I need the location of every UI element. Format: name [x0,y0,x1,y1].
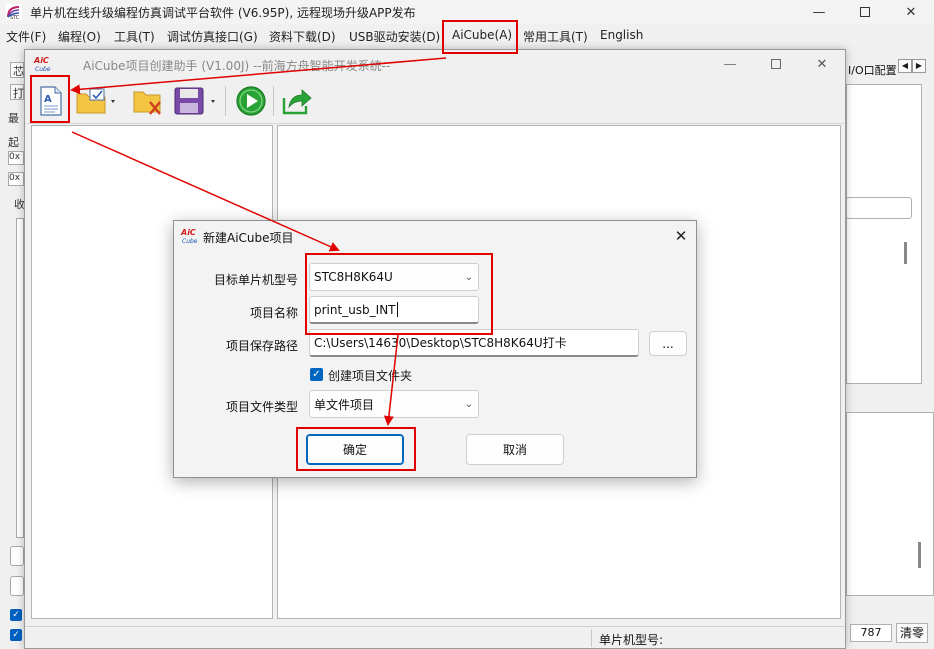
close-icon: ✕ [905,4,917,20]
save-project-button[interactable] [173,84,219,118]
file-type-label: 项目文件类型 [225,400,298,414]
mcu-model-status-label: 单片机型号: [599,633,664,647]
receive-area-partial [16,218,24,538]
project-path-value: C:\Users\14630\Desktop\STC8H8K64U打卡 [314,336,567,350]
right-scrollbar-thumb-2[interactable] [918,542,921,568]
right-input-partial[interactable] [846,197,912,219]
menu-tools[interactable]: 工具(T) [114,28,155,45]
svg-text:Cube: Cube [35,66,51,73]
cancel-button[interactable]: 取消 [466,434,564,465]
svg-text:AiC: AiC [33,56,49,65]
menu-program[interactable]: 编程(O) [58,28,101,45]
max-label-partial: 最 [8,112,19,125]
addr-field-partial-1[interactable]: 0x [8,151,24,165]
maximize-icon [771,59,781,69]
save-project-icon [174,87,215,115]
aicube-window-title: AiCube项目创建助手 (V1.00J) --前海方舟智能开发系统-- [83,59,391,73]
aicube-titlebar: AiC Cube AiCube项目创建助手 (V1.00J) --前海方舟智能开… [25,50,845,78]
aicube-minimize-button[interactable]: — [707,52,753,76]
text-cursor [396,302,398,317]
minimize-icon: — [812,4,826,20]
svg-text:STC: STC [10,15,20,20]
start-label-partial: 起 [8,136,19,149]
close-button[interactable]: ✕ [888,0,934,24]
maximize-icon [860,7,870,17]
close-project-button[interactable] [131,84,165,118]
bg-button-partial-2[interactable] [10,576,24,596]
open-button-partial[interactable]: 打 [10,84,24,100]
project-path-label: 项目保存路径 [225,339,298,353]
status-divider [591,629,592,647]
maximize-button[interactable] [842,0,888,24]
right-scrollbar-thumb[interactable] [904,242,907,264]
svg-text:Cube: Cube [182,238,198,245]
tab-scroll-right-button[interactable]: ▶ [912,59,926,73]
create-folder-checkbox[interactable]: ✓ [310,368,323,381]
browse-path-button[interactable]: ... [649,331,687,356]
new-project-button[interactable]: A [34,84,68,118]
project-name-input[interactable]: print_usb_INT [309,296,479,324]
menu-debug-interface[interactable]: 调试仿真接口(G) [167,28,258,45]
checkmark-icon: ✓ [312,369,321,380]
mcu-model-select[interactable]: STC8H8K64U ⌄ [309,263,479,291]
minimize-icon: — [723,56,737,72]
aicube-close-button[interactable]: ✕ [799,52,845,76]
bg-button-partial-1[interactable] [10,546,24,566]
export-icon [282,89,312,115]
bg-checkbox-2[interactable]: ✓ [10,629,22,641]
export-button[interactable] [280,84,314,118]
run-button[interactable] [234,84,268,118]
menu-aicube[interactable]: AiCube(A) [452,28,512,42]
project-path-input[interactable]: C:\Users\14630\Desktop\STC8H8K64U打卡 [309,329,639,357]
new-project-dialog: AiC Cube 新建AiCube项目 ✕ 目标单片机型号 STC8H8K64U… [173,220,697,478]
new-project-icon: A [40,86,62,116]
file-type-value: 单文件项目 [314,397,375,412]
toolbar-separator [273,86,274,116]
ok-button[interactable]: 确定 [306,434,404,465]
svg-text:AiC: AiC [180,228,196,237]
close-project-icon [133,91,161,115]
menu-file[interactable]: 文件(F) [6,28,46,45]
menu-common-tools[interactable]: 常用工具(T) [523,28,588,45]
close-icon: ✕ [816,56,828,72]
menubar: 文件(F) 编程(O) 工具(T) 调试仿真接口(G) 资料下载(D) USB驱… [0,24,934,48]
main-window-title: 单片机在线升级编程仿真调试平台软件 (V6.95P), 远程现场升级APP发布 [30,6,416,20]
addr-field-partial-2[interactable]: 0x [8,172,24,186]
toolbar-separator [225,86,226,116]
menu-usb-driver[interactable]: USB驱动安装(D) [349,28,440,45]
menu-download[interactable]: 资料下载(D) [269,28,336,45]
dialog-close-button[interactable]: ✕ [670,225,692,247]
chevron-down-icon: ⌄ [464,398,474,410]
right-panel-partial [846,84,922,384]
dialog-title: 新建AiCube项目 [203,231,294,245]
aicube-logo-icon: AiC Cube [33,56,51,73]
bg-checkbox-1[interactable]: ✓ [10,609,22,621]
chevron-down-icon: ⌄ [464,271,474,283]
open-project-button[interactable] [75,84,119,118]
clear-button[interactable]: 清零 [896,623,928,643]
io-config-tab[interactable]: I/O口配置 [848,62,897,78]
mcu-model-label: 目标单片机型号 [213,273,298,287]
create-folder-label[interactable]: 创建项目文件夹 [328,367,412,384]
aicube-statusbar: 单片机型号: [25,626,845,648]
aicube-maximize-button[interactable] [753,52,799,76]
chip-select-partial[interactable]: 芯 [10,62,24,78]
app-logo-icon: STC [6,4,22,20]
aicube-logo-icon: AiC Cube [180,228,198,245]
file-type-select[interactable]: 单文件项目 ⌄ [309,390,479,418]
project-name-value: print_usb_INT [314,302,396,317]
minimize-button[interactable]: — [796,0,842,24]
run-icon [236,86,266,116]
right-output-partial [846,412,934,596]
close-icon: ✕ [674,227,688,245]
mcu-model-value: STC8H8K64U [314,270,393,284]
project-name-label: 项目名称 [249,306,298,320]
aicube-toolbar: A [25,78,845,124]
menu-english[interactable]: English [600,28,643,42]
counter-value: 787 [850,624,892,642]
tab-scroll-left-button[interactable]: ◀ [898,59,912,73]
open-project-icon [76,88,115,114]
main-titlebar: STC 单片机在线升级编程仿真调试平台软件 (V6.95P), 远程现场升级AP… [0,0,934,24]
svg-text:A: A [44,94,52,105]
